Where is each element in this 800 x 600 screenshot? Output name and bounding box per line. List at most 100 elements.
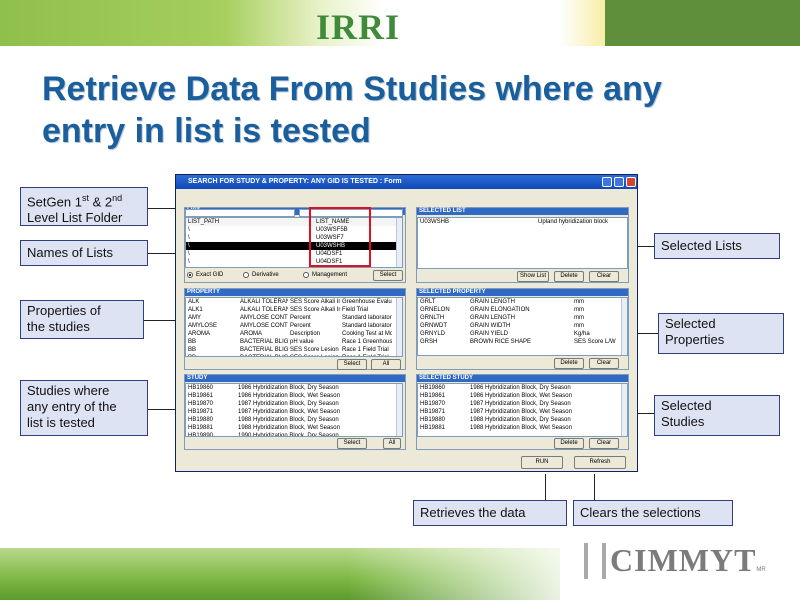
study-scrollbar[interactable] xyxy=(396,384,402,436)
selected-list-delete-button[interactable]: Delete xyxy=(554,271,584,282)
window-title: SEARCH FOR STUDY & PROPERTY: ANY GID IS … xyxy=(188,178,402,185)
selected-property-row-cell: mm xyxy=(574,315,584,321)
radio-selected-icon xyxy=(187,272,193,278)
study-row[interactable]: HB19860 1986 Hybridization Block, Dry Sea… xyxy=(186,384,402,392)
study-all-button[interactable]: All xyxy=(383,438,401,449)
selected-property-row-cell: BROWN RICE SHAPE xyxy=(470,339,532,345)
selected-list-clear-button[interactable]: Clear xyxy=(589,271,619,282)
study-row-cell: 1987 Hybridization Block, Dry Season xyxy=(238,401,339,407)
study-rows: HB19860 1986 Hybridization Block, Dry Sea… xyxy=(186,384,402,437)
property-all-button[interactable]: All xyxy=(371,359,401,370)
property-panel: PROPERTY ALK ALKALI TOLERANCESES Score Al… xyxy=(184,288,406,370)
callout-text: Studies where xyxy=(27,383,110,398)
list-panel: LIST LIST_PATH LIST_NAME \U03WSF5B\U03WS… xyxy=(184,207,406,283)
selected-study-row[interactable]: HB19881 1988 Hybridization Block, Wet Sea… xyxy=(418,424,627,432)
selected-study-delete-button[interactable]: Delete xyxy=(554,438,584,449)
selected-property-row[interactable]: GRNYLD GRAIN YIELD Kg/ha xyxy=(418,330,627,338)
property-row[interactable]: ALK ALKALI TOLERANCESES Score Alkali InjG… xyxy=(186,298,402,306)
radio-label: Derivative xyxy=(252,272,279,278)
property-row[interactable]: BBBACTERIAL BLIGHTSES Score Lesion ARace… xyxy=(186,346,402,354)
callout-selected-studies: Selected Studies xyxy=(654,395,780,436)
radio-icon xyxy=(243,272,249,278)
study-row-cell: HB19861 xyxy=(188,393,214,399)
selected-property-row-cell: GRAIN LENGTH xyxy=(470,315,516,321)
property-select-button[interactable]: Select xyxy=(337,359,367,370)
arrow-retrieves xyxy=(545,474,546,500)
list-folder-combo-1[interactable] xyxy=(185,209,295,217)
refresh-button[interactable]: Refresh xyxy=(574,456,626,469)
selected-study-row-cell: HB19880 xyxy=(420,417,446,423)
cimmyt-wheat-icon xyxy=(584,542,606,579)
selected-property-scrollbar[interactable] xyxy=(621,298,627,355)
selected-property-row[interactable]: GRNWDT GRAIN WIDTH mm xyxy=(418,322,627,330)
callout-retrieves: Retrieves the data xyxy=(413,500,567,526)
study-row-cell: HB19881 xyxy=(188,425,214,431)
selected-study-row-cell: 1987 Hybridization Block, Wet Season xyxy=(470,409,572,415)
selected-property-delete-button[interactable]: Delete xyxy=(554,358,584,369)
property-row-cell: AMYLOSE CONTENT xyxy=(240,323,288,329)
property-row-cell: SES Score Lesion A xyxy=(290,347,340,353)
minimize-icon[interactable] xyxy=(602,177,612,187)
property-row[interactable]: AMYLOSE AMYLOSE CONTENTPercent Standard la… xyxy=(186,322,402,330)
callout-text: the studies xyxy=(27,319,90,334)
list-scrollbar[interactable] xyxy=(396,218,402,267)
selected-study-row[interactable]: HB19861 1986 Hybridization Block, Wet Sea… xyxy=(418,392,627,400)
property-scrollbar[interactable] xyxy=(396,298,402,356)
study-row-cell: 1988 Hybridization Block, Dry Season xyxy=(238,417,339,423)
property-row-cell: pH value xyxy=(290,339,314,345)
study-row-cell: 1986 Hybridization Block, Wet Season xyxy=(238,393,340,399)
maximize-icon[interactable] xyxy=(614,177,624,187)
selected-property-row-cell: GRNWDT xyxy=(420,323,447,329)
radio-exact-gid[interactable]: Exact GID xyxy=(187,272,223,278)
study-row-cell: HB19890 xyxy=(188,433,214,437)
study-select-button[interactable]: Select xyxy=(337,438,367,449)
study-row-cell: 1988 Hybridization Block, Wet Season xyxy=(238,425,340,431)
property-row[interactable]: AROMA AROMA Description Cooking Test at Mo xyxy=(186,330,402,338)
selected-study-row[interactable]: HB19880 1988 Hybridization Block, Dry Sea… xyxy=(418,416,627,424)
property-row-cell: Percent xyxy=(290,315,311,321)
property-row[interactable]: ALK1 ALKALI TOLERANCESES Score Alkali Inj… xyxy=(186,306,402,314)
property-row[interactable]: BBBACTERIAL BLIGHTSES Score Lesion ARace… xyxy=(186,354,402,356)
show-list-button[interactable]: Show List xyxy=(517,271,549,282)
selected-study-title: SELECTED STUDY xyxy=(417,375,628,382)
cimmyt-mark-text: MR xyxy=(756,566,766,573)
study-row[interactable]: HB19871 1987 Hybridization Block, Wet Sea… xyxy=(186,408,402,416)
radio-management[interactable]: Management xyxy=(303,272,347,278)
selected-study-scrollbar[interactable] xyxy=(621,384,627,436)
study-row[interactable]: HB19880 1988 Hybridization Block, Dry Sea… xyxy=(186,416,402,424)
selected-property-row-cell: mm xyxy=(574,307,584,313)
study-row[interactable]: HB19861 1986 Hybridization Block, Wet Sea… xyxy=(186,392,402,400)
selected-list-item[interactable]: U03WSHB Upland hybridization block xyxy=(418,218,627,226)
property-panel-title: PROPERTY xyxy=(185,289,405,296)
selected-property-row[interactable]: GRSH BROWN RICE SHAPE SES Score L/W xyxy=(418,338,627,346)
callout-text: Level List Folder xyxy=(27,210,123,226)
study-row[interactable]: HB19881 1988 Hybridization Block, Wet Sea… xyxy=(186,424,402,432)
selected-study-clear-button[interactable]: Clear xyxy=(589,438,619,449)
close-icon[interactable] xyxy=(626,177,636,187)
property-row-cell: BB xyxy=(186,354,238,356)
callout-selected-properties: Selected Properties xyxy=(658,313,784,354)
selected-property-row-cell: GRNLTH xyxy=(420,315,445,321)
callout-sup: nd xyxy=(112,193,123,203)
run-button[interactable]: RUN xyxy=(521,456,563,469)
property-row[interactable]: AMY AMYLOSE CONTENTPercent Standard labora… xyxy=(186,314,402,322)
selected-study-row[interactable]: HB19871 1987 Hybridization Block, Wet Sea… xyxy=(418,408,627,416)
radio-derivative[interactable]: Derivative xyxy=(243,272,279,278)
property-row-cell: SES Score Lesion A xyxy=(288,354,340,356)
study-row[interactable]: HB19890 1990 Hybridization Block, Dry Sea… xyxy=(186,432,402,437)
study-row[interactable]: HB19870 1987 Hybridization Block, Dry Sea… xyxy=(186,400,402,408)
selected-property-row[interactable]: GRLT GRAIN LENGTH mm xyxy=(418,298,627,306)
selected-study-row[interactable]: HB19860 1986 Hybridization Block, Dry Sea… xyxy=(418,384,627,392)
property-row-cell: AMYLOSE xyxy=(188,323,218,329)
study-row-cell: HB19860 xyxy=(188,385,214,391)
list-select-button[interactable]: Select xyxy=(373,270,403,281)
callout-text: Selected xyxy=(661,398,712,413)
property-row-cell: Race 1 Greenhouse xyxy=(342,339,392,345)
property-row-cell: Percent xyxy=(290,323,311,329)
selected-property-row[interactable]: GRNLTH GRAIN LENGTH mm xyxy=(418,314,627,322)
window-titlebar[interactable]: SEARCH FOR STUDY & PROPERTY: ANY GID IS … xyxy=(176,175,637,189)
property-row[interactable]: BB BACTERIAL BLIGHTpH value Race 1 Greenho… xyxy=(186,338,402,346)
selected-property-row[interactable]: GRNELON GRAIN ELONGATION mm xyxy=(418,306,627,314)
selected-study-row[interactable]: HB19870 1987 Hybridization Block, Dry Sea… xyxy=(418,400,627,408)
selected-property-clear-button[interactable]: Clear xyxy=(589,358,619,369)
